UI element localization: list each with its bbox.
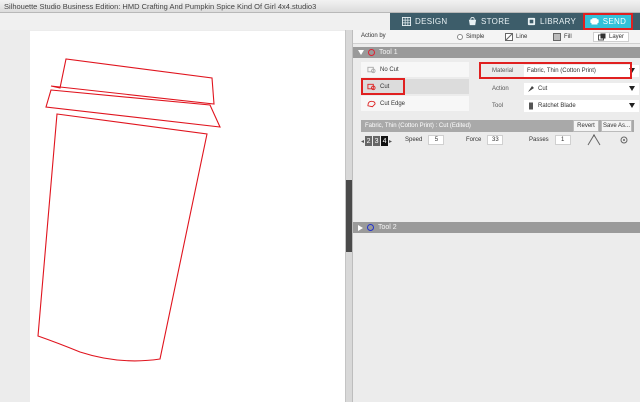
speed-stepper[interactable]: 5	[428, 135, 445, 145]
force-stepper[interactable]: 33	[487, 135, 504, 145]
action-by-layer-label: Layer	[609, 34, 625, 40]
action-by-simple[interactable]: Simple	[457, 32, 484, 42]
action-by-line[interactable]: Line	[505, 32, 527, 42]
material-status-text: Fabric, Thin (Cotton Print) : Cut (Edite…	[365, 123, 471, 129]
force-label: Force	[466, 137, 482, 143]
tool-row: Tool Ratchet Blade	[479, 99, 639, 113]
cut-edge-icon	[367, 100, 376, 107]
tab-library[interactable]: LIBRARY	[527, 13, 576, 30]
line-icon	[505, 33, 513, 41]
cut-settings-row: ◂ 2 3 4 ▸ Speed 5 Force 33 Passes 1	[361, 134, 637, 148]
blade-icon	[528, 86, 534, 92]
tool1-header[interactable]: Tool 1	[353, 47, 640, 58]
option-no-cut[interactable]: No Cut	[361, 62, 469, 77]
action-by-fill[interactable]: Fill	[553, 32, 572, 42]
passes-stepper[interactable]: 1	[554, 135, 571, 145]
nav-tabs: DESIGN STORE LIBRARY SEND	[390, 13, 640, 30]
tab-store-label: STORE	[481, 17, 510, 26]
canvas-scrollbar[interactable]	[345, 30, 352, 402]
cut-edge-label: Cut Edge	[380, 100, 406, 107]
action-label: Action	[492, 86, 509, 92]
advanced-settings-icon[interactable]	[619, 135, 629, 145]
action-dropdown[interactable]: Cut	[524, 83, 639, 95]
expand-right-icon	[358, 224, 363, 231]
ratchet-blade-icon	[529, 102, 533, 110]
fill-icon	[553, 33, 561, 41]
tool-dropdown[interactable]: Ratchet Blade	[524, 100, 639, 112]
tool2-header[interactable]: Tool 2	[353, 222, 640, 233]
cup-design-shape[interactable]	[0, 30, 345, 402]
cut-options-list: No Cut Cut Cut Edge	[361, 62, 469, 114]
tool1-color-icon	[368, 49, 375, 56]
action-by-bar: Action by Simple Line Fill Layer	[353, 30, 640, 44]
top-nav-bar: DESIGN STORE LIBRARY SEND	[0, 13, 640, 30]
cut-option-highlight	[361, 78, 405, 95]
action-row: Action Cut	[479, 82, 639, 96]
cup-body	[37, 113, 208, 362]
blade-depth-selector[interactable]: ◂ 2 3 4 ▸	[361, 136, 392, 146]
speed-setting: Speed 5	[405, 135, 445, 145]
tool-label: Tool	[492, 103, 504, 109]
store-icon	[468, 17, 477, 26]
layer-icon	[598, 33, 606, 41]
window-title: Silhouette Studio Business Edition: HMD …	[4, 2, 317, 11]
tool2-color-icon	[367, 224, 374, 231]
no-cut-label: No Cut	[380, 66, 399, 73]
line-segment-overcut-icon[interactable]	[587, 134, 601, 146]
blade-level-3[interactable]: 3	[373, 136, 381, 146]
title-bar: Silhouette Studio Business Edition: HMD …	[0, 0, 640, 13]
tool2-label: Tool 2	[378, 224, 397, 231]
action-by-label: Action by	[361, 33, 386, 39]
tab-send[interactable]: SEND	[583, 13, 633, 30]
option-cut-edge[interactable]: Cut Edge	[361, 96, 469, 111]
passes-label: Passes	[529, 137, 549, 143]
library-icon	[527, 17, 536, 26]
action-by-fill-label: Fill	[564, 34, 572, 40]
revert-button[interactable]: Revert	[573, 120, 599, 132]
speed-label: Speed	[405, 137, 423, 143]
grid-icon	[402, 17, 411, 26]
tab-design-label: DESIGN	[415, 17, 448, 26]
blade-increase-icon[interactable]: ▸	[389, 138, 392, 145]
no-cut-icon	[367, 66, 376, 73]
action-by-layer[interactable]: Layer	[593, 32, 630, 42]
tab-send-label: SEND	[602, 17, 627, 26]
tab-design[interactable]: DESIGN	[402, 13, 447, 30]
material-highlight	[479, 62, 632, 79]
tool1-label: Tool 1	[379, 49, 398, 56]
action-by-simple-label: Simple	[466, 34, 485, 40]
action-by-line-label: Line	[516, 34, 528, 40]
passes-setting: Passes 1	[529, 135, 571, 145]
blade-level-4[interactable]: 4	[381, 136, 389, 146]
dropdown-caret-icon	[629, 103, 635, 108]
design-workspace[interactable]	[0, 30, 345, 402]
force-setting: Force 33	[466, 135, 504, 145]
send-icon	[590, 18, 599, 25]
save-as-button[interactable]: Save As...	[601, 120, 632, 132]
blade-decrease-icon[interactable]: ◂	[361, 138, 364, 145]
tool-value: Ratchet Blade	[538, 103, 576, 109]
blade-level-2[interactable]: 2	[365, 136, 373, 146]
dropdown-caret-icon	[629, 86, 635, 91]
tab-store[interactable]: STORE	[468, 13, 510, 30]
action-value: Cut	[538, 86, 548, 92]
send-panel: Action by Simple Line Fill Layer Tool 1 …	[352, 30, 640, 402]
tab-library-label: LIBRARY	[540, 17, 577, 26]
radio-icon	[457, 34, 463, 40]
collapse-down-icon	[358, 50, 364, 55]
